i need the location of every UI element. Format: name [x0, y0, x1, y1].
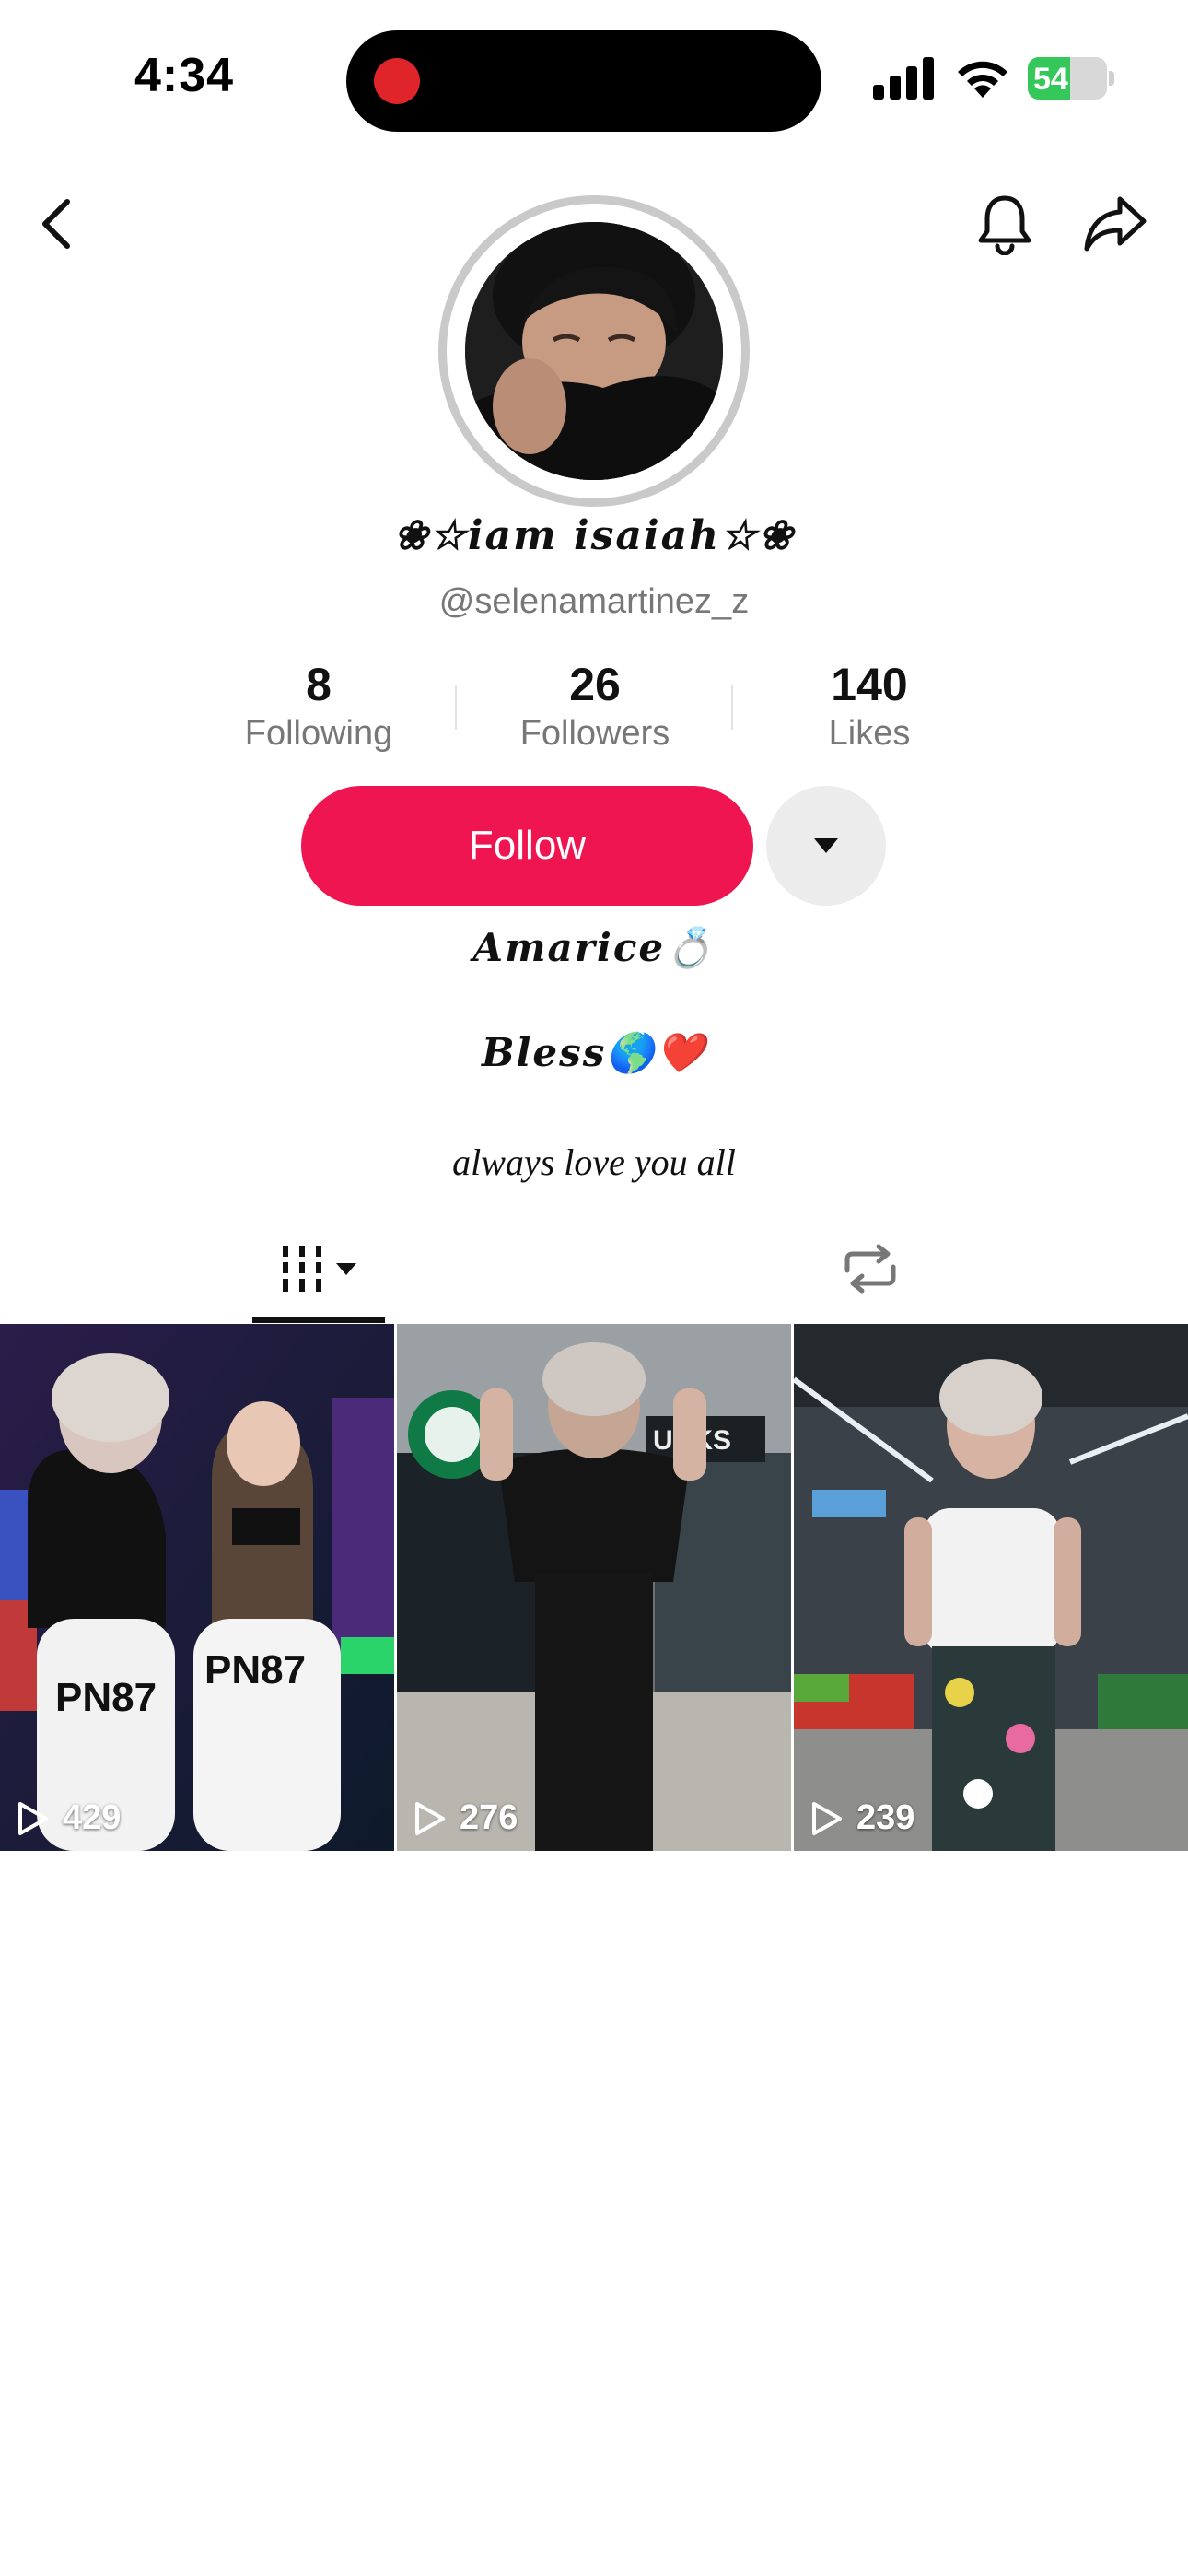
cellular-signal-icon [873, 57, 936, 100]
profile-tabs [0, 1214, 1188, 1323]
svg-text:PN87: PN87 [204, 1647, 306, 1692]
video-grid-icon [283, 1246, 321, 1292]
stat-label: Likes [828, 714, 911, 753]
stat-value: 26 [569, 659, 621, 710]
svg-text:PN87: PN87 [55, 1675, 157, 1720]
back-button[interactable] [15, 182, 98, 265]
display-name: ❀☆iam isaiah☆❀ [393, 512, 795, 559]
recording-indicator [374, 58, 420, 104]
bio-line-2: Bless🌎❤️ [481, 1030, 707, 1075]
view-count: 239 [810, 1798, 914, 1838]
stat-following[interactable]: 8 Following [208, 658, 429, 755]
view-count: 276 [413, 1798, 518, 1838]
tab-reposts[interactable] [829, 1214, 912, 1323]
repost-icon [844, 1244, 896, 1294]
notifications-button[interactable] [963, 182, 1046, 265]
play-icon [812, 1801, 842, 1835]
share-button[interactable] [1074, 182, 1157, 265]
avatar [465, 222, 723, 480]
battery-percent: 54 [1033, 62, 1068, 97]
avatar-ring[interactable] [438, 195, 750, 507]
view-count-value: 239 [856, 1798, 915, 1837]
stat-divider [455, 685, 457, 730]
view-count: 429 [17, 1798, 121, 1838]
stat-value: 140 [831, 659, 908, 710]
caret-down-icon [336, 1262, 356, 1275]
username: @selenamartinez_z [438, 582, 750, 621]
tab-videos[interactable] [252, 1214, 385, 1323]
video-thumbnail [794, 1324, 1188, 1851]
video-thumbnail: PN87 PN87 [0, 1324, 394, 1851]
tab-active-indicator [252, 1317, 385, 1323]
suggested-accounts-button[interactable] [766, 786, 886, 906]
bio-line-3: always love you all [452, 1142, 736, 1183]
view-count-value: 276 [460, 1798, 518, 1837]
stat-likes[interactable]: 140 Likes [759, 658, 980, 755]
dynamic-island [346, 30, 821, 132]
video-grid: PN87 PN87 429 UCKS [0, 1324, 1188, 1851]
bell-icon [978, 195, 1031, 255]
share-arrow-icon [1084, 196, 1147, 252]
status-time: 4:34 [134, 49, 235, 102]
stat-divider [731, 685, 733, 730]
profile-stats: 8 Following 26 Followers 140 Likes [208, 658, 982, 759]
video-tile[interactable]: 239 [794, 1324, 1188, 1851]
stat-value: 8 [306, 659, 332, 710]
follow-button[interactable]: Follow [301, 786, 753, 906]
battery-icon: 54 [1028, 57, 1114, 100]
play-icon [415, 1801, 445, 1835]
view-count-value: 429 [63, 1798, 122, 1837]
stat-followers[interactable]: 26 Followers [484, 658, 705, 755]
stat-label: Following [244, 714, 393, 753]
caret-down-icon [814, 838, 838, 853]
bio-line-1: Amarice💍 [472, 925, 716, 970]
chevron-left-icon [42, 199, 70, 249]
stat-label: Followers [519, 714, 670, 753]
wifi-icon [954, 55, 1011, 100]
video-tile[interactable]: UCKS 276 [397, 1324, 791, 1851]
status-bar: 4:34 54 [0, 0, 1188, 157]
play-icon [18, 1801, 48, 1835]
video-tile[interactable]: PN87 PN87 429 [0, 1324, 394, 1851]
video-thumbnail: UCKS [397, 1324, 791, 1851]
